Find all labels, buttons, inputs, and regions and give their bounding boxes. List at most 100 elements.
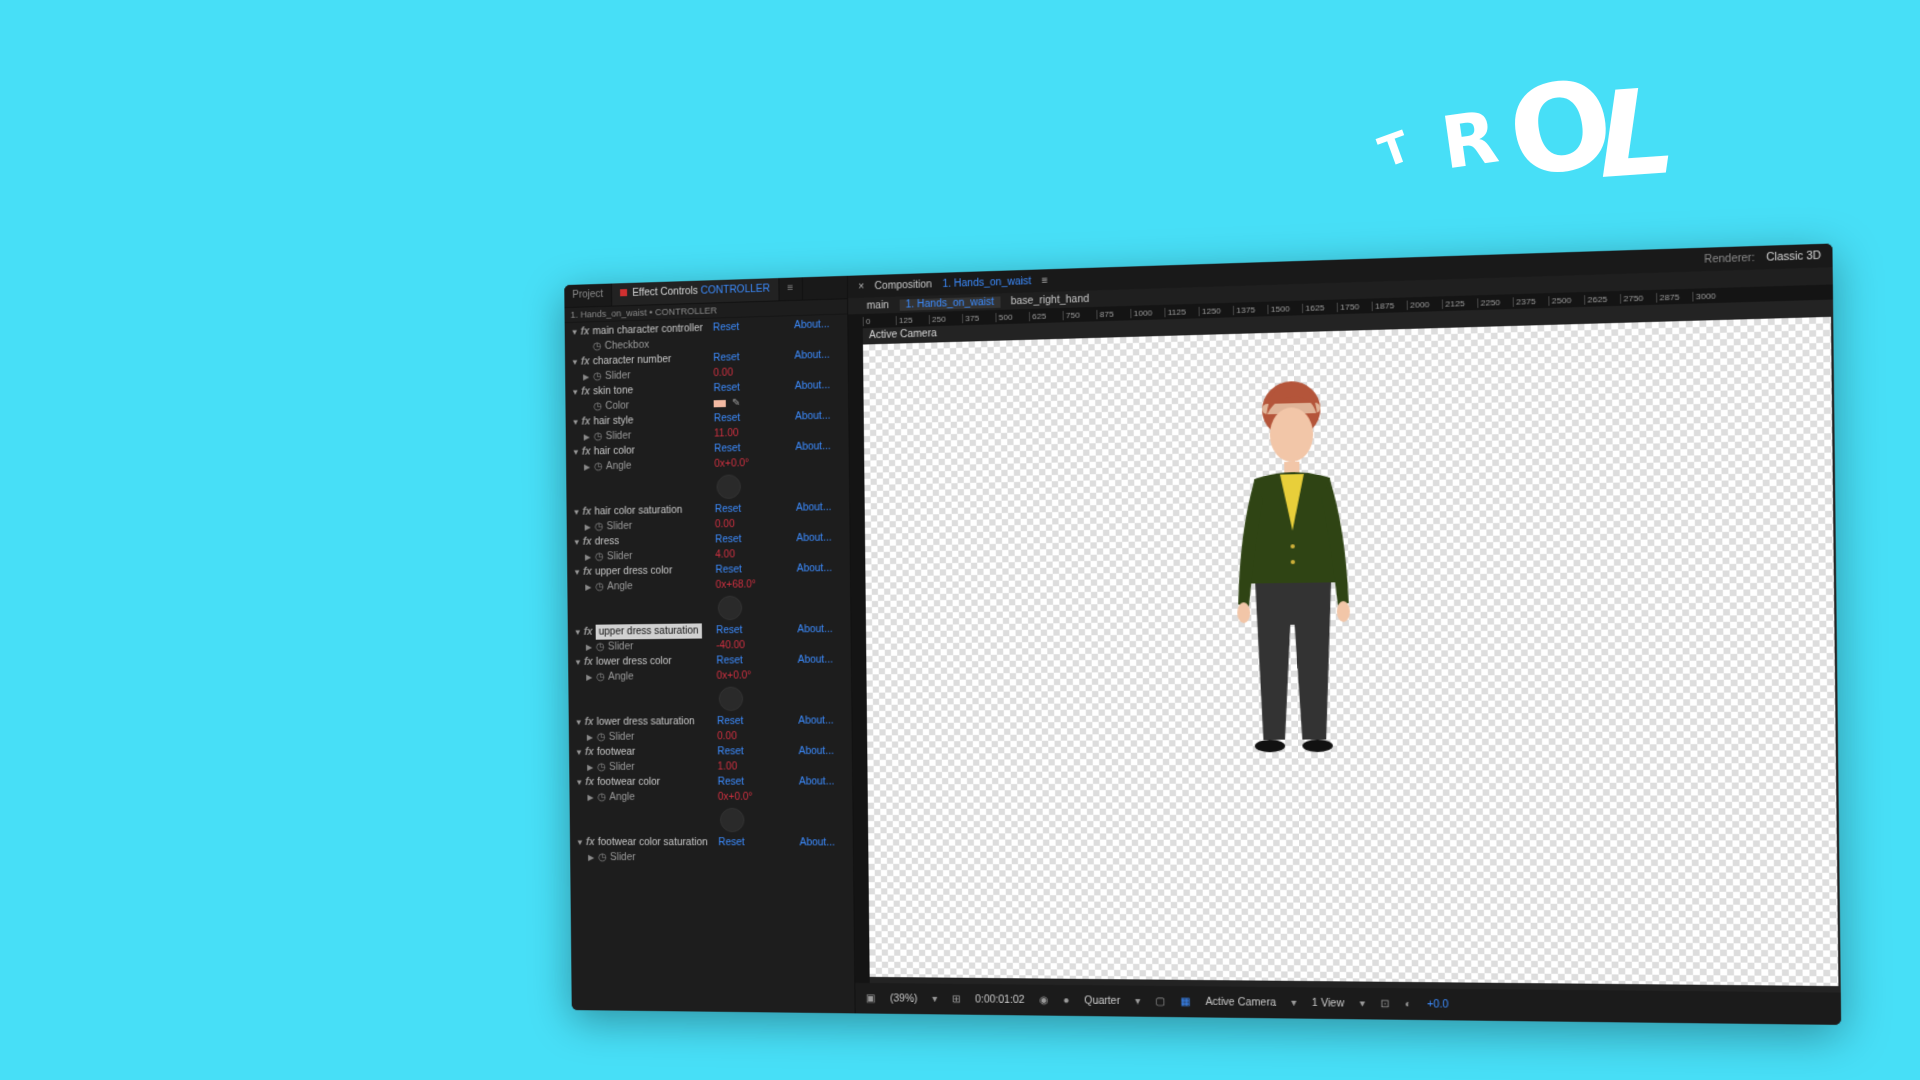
property-value[interactable]: 0x+0.0° — [716, 668, 751, 683]
effect-name[interactable]: lower dress saturation — [597, 714, 695, 730]
reset-link[interactable]: Reset — [713, 350, 740, 366]
flowchart-icon[interactable]: ⊡ — [1380, 998, 1389, 1010]
twirl-right-icon[interactable]: ▶ — [587, 730, 593, 745]
timecode[interactable]: 0:00:01:02 — [975, 994, 1025, 1006]
about-link[interactable]: About... — [798, 713, 833, 728]
color-swatch[interactable] — [713, 399, 726, 408]
stopwatch-icon[interactable]: ◷ — [596, 640, 605, 655]
effect-name[interactable]: footwear — [597, 745, 635, 760]
effect-name[interactable]: hair color saturation — [594, 503, 682, 520]
reset-link[interactable]: Reset — [715, 502, 742, 518]
effect-name[interactable]: upper dress color — [595, 563, 672, 579]
composition-canvas[interactable] — [862, 316, 1839, 987]
twirl-right-icon[interactable]: ▶ — [584, 429, 590, 444]
camera-snapshot-icon[interactable]: ◉ — [1039, 994, 1048, 1005]
reset-link[interactable]: Reset — [713, 380, 740, 396]
stopwatch-icon[interactable]: ◷ — [593, 369, 602, 384]
stopwatch-icon[interactable]: ◷ — [598, 850, 607, 865]
character-figure[interactable] — [1210, 372, 1377, 771]
twirl-down-icon[interactable]: ▼ — [572, 505, 581, 520]
fx-icon[interactable]: fx — [581, 414, 590, 429]
twirl-down-icon[interactable]: ▼ — [576, 835, 584, 850]
reset-link[interactable]: Reset — [717, 714, 744, 729]
fx-icon[interactable]: fx — [583, 535, 592, 550]
stopwatch-icon[interactable]: ◷ — [597, 760, 606, 775]
effect-property-row[interactable]: ▶ ◷ Angle 0x+0.0° — [569, 789, 852, 805]
about-link[interactable]: About... — [797, 561, 832, 577]
twirl-right-icon[interactable]: ▶ — [585, 520, 591, 535]
stopwatch-icon[interactable]: ◷ — [593, 339, 602, 354]
twirl-down-icon[interactable]: ▼ — [575, 745, 583, 760]
property-value[interactable]: 0x+68.0° — [716, 577, 757, 593]
twirl-right-icon[interactable]: ▶ — [583, 369, 589, 384]
property-value[interactable]: 4.00 — [715, 547, 735, 562]
about-link[interactable]: About... — [798, 652, 833, 668]
color-channels-icon[interactable]: ● — [1063, 995, 1069, 1006]
twirl-down-icon[interactable]: ▼ — [571, 325, 579, 340]
property-value[interactable]: -40.00 — [716, 638, 745, 653]
about-link[interactable]: About... — [799, 744, 834, 759]
effect-row[interactable]: ▼ fx footwear Reset About... — [569, 744, 852, 760]
effect-property-row[interactable]: ▶ ◷ Slider 1.00 — [569, 759, 852, 775]
stopwatch-icon[interactable]: ◷ — [595, 549, 604, 564]
property-value[interactable]: 1.00 — [717, 759, 737, 774]
reset-link[interactable]: Reset — [714, 411, 741, 427]
fx-icon[interactable]: fx — [585, 775, 594, 790]
crumb-child[interactable]: base_right_hand — [1011, 293, 1090, 307]
property-value[interactable]: 0x+0.0° — [718, 790, 753, 805]
about-link[interactable]: About... — [796, 530, 831, 546]
twirl-down-icon[interactable]: ▼ — [574, 655, 582, 670]
twirl-right-icon[interactable]: ▶ — [587, 790, 593, 805]
effect-row[interactable]: ▼ fx footwear color saturation Reset About..… — [570, 835, 853, 851]
reset-link[interactable]: Reset — [716, 653, 743, 668]
stopwatch-icon[interactable]: ◷ — [596, 670, 605, 685]
reset-link[interactable]: Reset — [718, 775, 745, 790]
transparency-grid-icon[interactable]: ▦ — [1180, 996, 1190, 1008]
twirl-right-icon[interactable]: ▶ — [586, 640, 592, 655]
twirl-down-icon[interactable]: ▼ — [572, 445, 580, 460]
effect-name[interactable]: footwear color saturation — [598, 835, 708, 850]
twirl-down-icon[interactable]: ▼ — [573, 565, 581, 580]
fx-icon[interactable]: fx — [584, 655, 593, 670]
effect-name[interactable]: upper dress saturation — [595, 623, 702, 640]
about-link[interactable]: About... — [799, 835, 835, 850]
effect-property-row[interactable]: ▶ ◷ Slider — [570, 850, 853, 866]
eyedropper-icon[interactable]: ✎ — [732, 396, 741, 411]
about-link[interactable]: About... — [796, 500, 831, 516]
twirl-right-icon[interactable]: ▶ — [584, 460, 590, 475]
twirl-down-icon[interactable]: ▼ — [573, 535, 581, 550]
property-value[interactable]: 0.00 — [713, 365, 733, 381]
composition-name[interactable]: 1. Hands_on_waist — [942, 275, 1031, 289]
effect-name[interactable]: lower dress color — [596, 654, 672, 670]
angle-dial[interactable] — [716, 474, 741, 500]
fx-icon[interactable]: fx — [583, 565, 592, 580]
twirl-down-icon[interactable]: ▼ — [572, 415, 580, 430]
grid-icon[interactable]: ⊞ — [952, 994, 961, 1005]
views-select[interactable]: 1 View — [1312, 997, 1345, 1009]
stopwatch-icon[interactable]: ◷ — [595, 519, 604, 534]
fx-icon[interactable]: fx — [581, 354, 590, 369]
reset-link[interactable]: Reset — [715, 532, 742, 548]
about-link[interactable]: About... — [795, 439, 830, 455]
effect-name[interactable]: footwear color — [597, 775, 660, 790]
twirl-down-icon[interactable]: ▼ — [575, 715, 583, 730]
twirl-right-icon[interactable]: ▶ — [588, 850, 594, 865]
reset-link[interactable]: Reset — [714, 441, 741, 457]
chevron-down-icon[interactable]: ▾ — [1291, 997, 1297, 1009]
angle-dial[interactable] — [717, 595, 743, 621]
fx-icon[interactable]: fx — [584, 625, 593, 640]
reset-link[interactable]: Reset — [717, 744, 744, 759]
fx-icon[interactable]: fx — [582, 444, 591, 459]
renderer-value[interactable]: Classic 3D — [1766, 250, 1821, 264]
property-value[interactable]: 0x+0.0° — [714, 456, 749, 472]
stopwatch-icon[interactable]: ◷ — [594, 459, 603, 474]
about-link[interactable]: About... — [794, 348, 829, 364]
fx-icon[interactable]: fx — [581, 384, 590, 399]
stopwatch-icon[interactable]: ◷ — [593, 399, 602, 414]
twirl-down-icon[interactable]: ▼ — [571, 385, 579, 400]
chevron-down-icon[interactable]: ▾ — [1135, 995, 1140, 1006]
menu-icon[interactable]: ≡ — [1042, 275, 1048, 287]
crumb-main[interactable]: main — [867, 299, 889, 311]
close-icon[interactable]: × — [858, 281, 864, 292]
reset-link[interactable]: Reset — [715, 562, 742, 578]
